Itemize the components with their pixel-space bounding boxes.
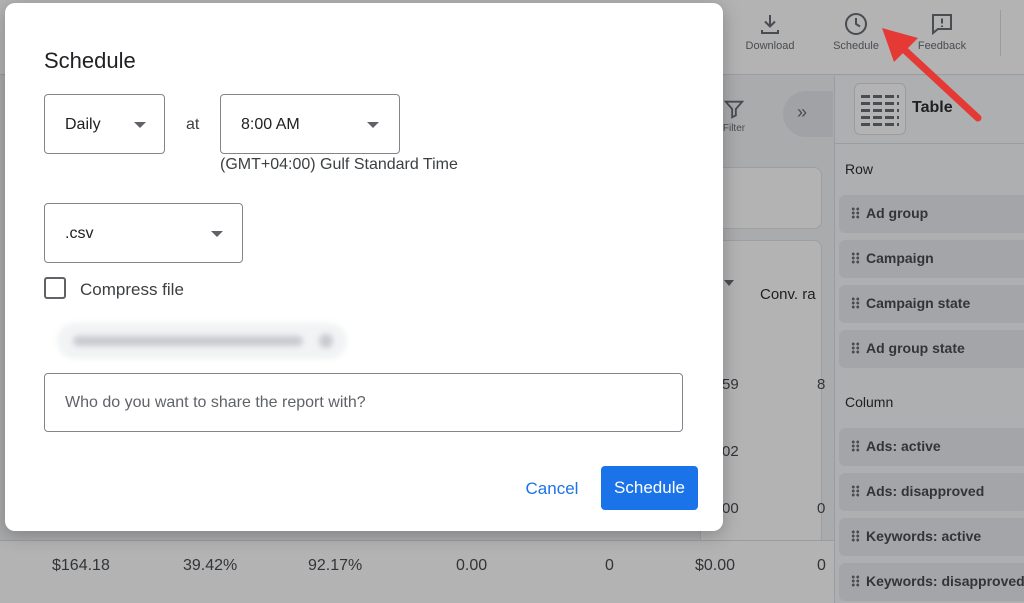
at-label: at xyxy=(186,116,200,133)
compress-file-label[interactable]: Compress file xyxy=(80,280,184,300)
share-with-input[interactable] xyxy=(44,373,683,432)
frequency-value: Daily xyxy=(65,116,101,133)
file-format-value: .csv xyxy=(65,225,94,242)
file-format-select[interactable]: .csv xyxy=(44,203,243,263)
dropdown-caret-icon xyxy=(367,122,379,128)
recipient-chip[interactable] xyxy=(57,323,347,359)
dropdown-caret-icon xyxy=(134,122,146,128)
dropdown-caret-icon xyxy=(211,231,223,237)
time-select[interactable]: 8:00 AM xyxy=(220,94,400,154)
remove-recipient-icon[interactable] xyxy=(319,334,333,348)
dialog-title: Schedule xyxy=(44,48,136,73)
cancel-button[interactable]: Cancel xyxy=(513,469,591,509)
timezone-label: (GMT+04:00) Gulf Standard Time xyxy=(220,156,458,173)
frequency-select[interactable]: Daily xyxy=(44,94,165,154)
schedule-submit-button[interactable]: Schedule xyxy=(601,466,698,510)
compress-file-checkbox[interactable] xyxy=(44,277,66,299)
annotation-arrow-icon xyxy=(882,28,982,122)
time-value: 8:00 AM xyxy=(241,116,300,133)
schedule-dialog: Schedule Daily at 8:00 AM (GMT+04:00) Gu… xyxy=(5,3,723,531)
